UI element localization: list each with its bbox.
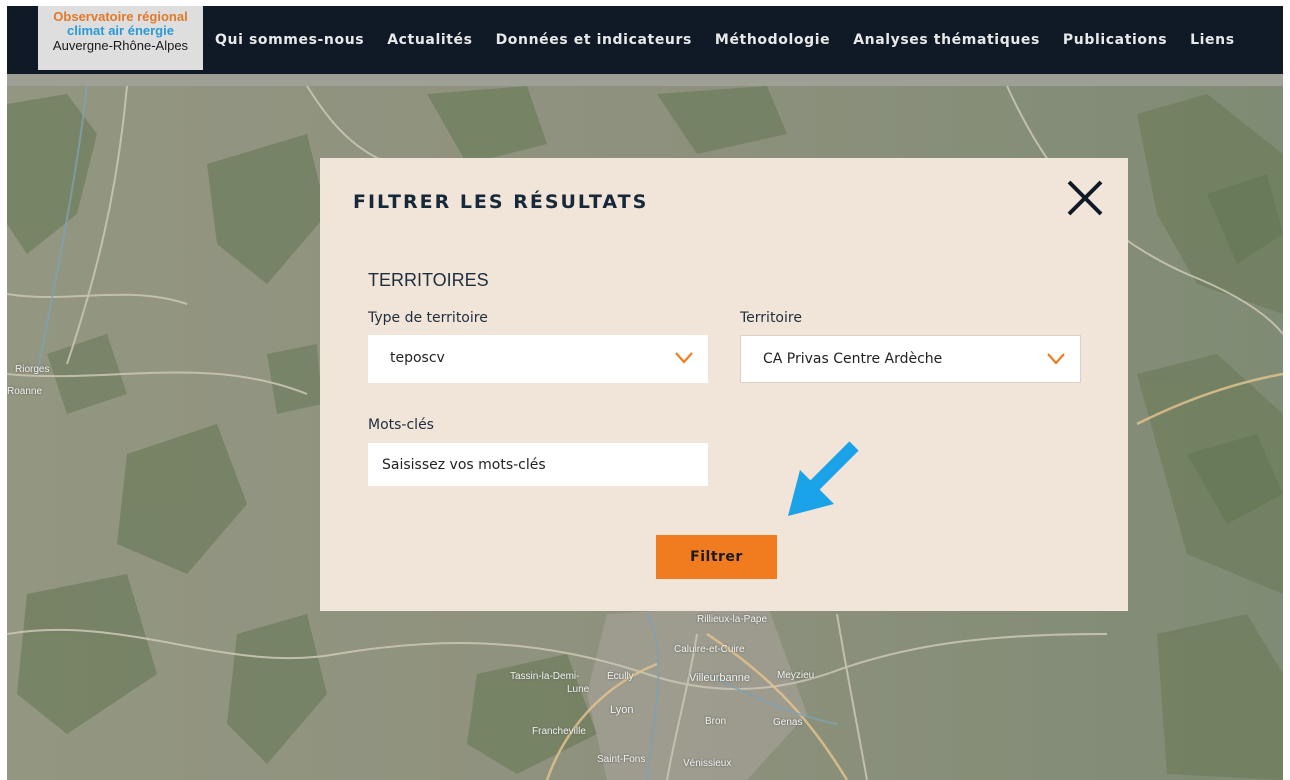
logo-line-1: Observatoire régional — [53, 9, 188, 24]
map-label-riorges: Riorges — [15, 364, 50, 375]
site-logo[interactable]: Observatoire régional climat air énergie… — [38, 6, 203, 70]
nav-item-actualites[interactable]: Actualités — [387, 32, 472, 48]
keywords-label: Mots-clés — [368, 417, 434, 433]
type-territoire-select[interactable]: teposcv — [368, 335, 708, 383]
map-label-caluire: Caluire-et-Cuire — [674, 644, 745, 655]
main-nav: Qui sommes-nous Actualités Données et in… — [215, 6, 1258, 74]
map-label-venissieux: Vénissieux — [683, 758, 732, 769]
map-label-meyzieu: Meyzieu — [777, 670, 815, 681]
nav-item-donnees-indicateurs[interactable]: Données et indicateurs — [496, 32, 692, 48]
logo-line-3: Auvergne-Rhône-Alpes — [52, 38, 189, 53]
map-label-bron: Bron — [705, 716, 727, 727]
territoire-value: CA Privas Centre Ardèche — [763, 351, 943, 367]
territoire-label: Territoire — [740, 310, 802, 326]
chevron-down-icon — [675, 352, 693, 364]
nav-item-publications[interactable]: Publications — [1063, 32, 1167, 48]
filter-modal: FILTRER LES RÉSULTATS TERRITOIRES Type d… — [320, 158, 1128, 611]
pointer-arrow-icon — [788, 441, 859, 516]
type-territoire-value: teposcv — [390, 350, 445, 366]
map-label-villeurbanne: Villeurbanne — [689, 672, 750, 684]
nav-item-qui-sommes-nous[interactable]: Qui sommes-nous — [215, 32, 364, 48]
map-label-genas: Genas — [773, 717, 803, 728]
map-label-rillieux: Rillieux-la-Pape — [697, 614, 768, 625]
nav-item-liens[interactable]: Liens — [1190, 32, 1235, 48]
modal-title: FILTRER LES RÉSULTATS — [353, 191, 649, 213]
filter-button[interactable]: Filtrer — [656, 535, 777, 579]
map-label-saint-fons: Saint-Fons — [597, 754, 646, 765]
territoire-select[interactable]: CA Privas Centre Ardèche — [740, 335, 1081, 383]
close-button[interactable] — [1065, 178, 1105, 218]
map-label-ecully: Écully — [607, 671, 634, 682]
close-icon — [1067, 180, 1103, 216]
map-label-roanne: Roanne — [7, 386, 43, 397]
logo-line-2: climat air énergie — [67, 23, 174, 38]
map-label-tassin: Tassin-la-Demi- — [510, 671, 580, 682]
map-label-lune: Lune — [567, 684, 590, 695]
map-label-lyon: Lyon — [610, 704, 634, 716]
keywords-input[interactable] — [368, 443, 708, 486]
type-territoire-label: Type de territoire — [368, 310, 488, 326]
chevron-down-icon — [1047, 353, 1065, 365]
nav-item-methodologie[interactable]: Méthodologie — [715, 32, 830, 48]
top-navigation-bar: Observatoire régional climat air énergie… — [7, 6, 1283, 74]
section-title-territoires: TERRITOIRES — [368, 270, 489, 290]
nav-item-analyses-thematiques[interactable]: Analyses thématiques — [853, 32, 1040, 48]
map-label-francheville: Francheville — [532, 726, 586, 737]
